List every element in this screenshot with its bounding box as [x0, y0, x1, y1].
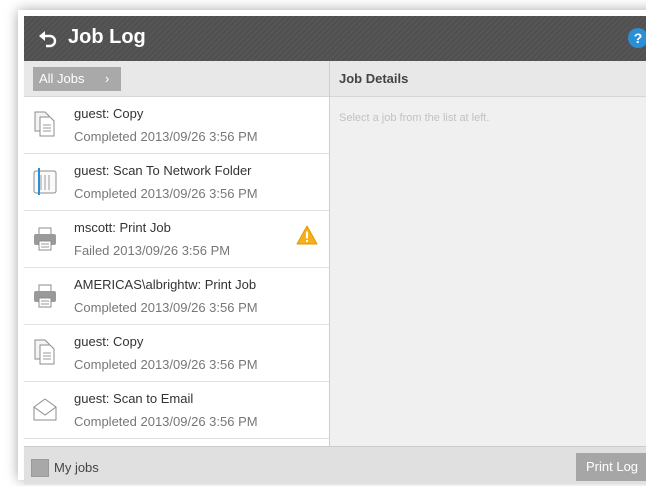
job-name: guest: Scan To Network Folder — [74, 163, 252, 178]
printer-icon — [34, 227, 56, 251]
job-status: Completed 2013/09/26 3:56 PM — [74, 300, 258, 315]
job-list-item[interactable]: guest: Copy Completed 2013/09/26 3:56 PM — [24, 97, 329, 154]
job-status: Completed 2013/09/26 3:56 PM — [74, 357, 258, 372]
job-details-header: Job Details — [330, 61, 646, 97]
all-jobs-filter-button[interactable]: All Jobs › — [33, 67, 121, 91]
job-list-item[interactable]: guest: Scan To Network Folder Completed … — [24, 154, 329, 211]
job-name: mscott: Print Job — [74, 220, 171, 235]
job-list-item[interactable]: mscott: Print Job Failed 2013/09/26 3:56… — [24, 211, 329, 268]
bottom-bar: My jobs Print Log — [24, 446, 646, 484]
job-name: AMERICAS\albrightw: Print Job — [74, 277, 257, 292]
print-log-button[interactable]: Print Log — [576, 453, 646, 481]
job-status: Completed 2013/09/26 3:56 PM — [74, 186, 258, 201]
email-icon — [33, 398, 57, 421]
scan-folder-icon — [33, 168, 57, 195]
job-name: guest: Copy — [74, 334, 144, 349]
copy-icon — [34, 339, 55, 365]
job-log-window: Job Log ? All Jobs › guest: Copy Complet… — [24, 16, 646, 484]
job-status: Failed 2013/09/26 3:56 PM — [74, 243, 231, 258]
back-arrow-icon[interactable] — [38, 27, 58, 49]
job-status: Completed 2013/09/26 3:56 PM — [74, 129, 258, 144]
job-details-title: Job Details — [339, 71, 409, 86]
my-jobs-checkbox[interactable] — [31, 459, 49, 477]
title-bar: Job Log ? — [24, 16, 646, 61]
job-details-pane: Job Details Select a job from the list a… — [330, 61, 646, 446]
job-list-item[interactable]: guest: Scan to Email Completed 2013/09/2… — [24, 382, 329, 439]
job-list-pane: All Jobs › guest: Copy Completed 2013/09… — [24, 61, 330, 446]
warning-icon — [296, 225, 318, 245]
help-icon[interactable]: ? — [628, 28, 646, 48]
page-title: Job Log — [68, 26, 146, 48]
all-jobs-label: All Jobs — [39, 71, 85, 86]
job-list-item[interactable]: AMERICAS\albrightw: Print Job Completed … — [24, 268, 329, 325]
copy-icon — [34, 111, 55, 137]
job-name: guest: Scan to Email — [74, 391, 194, 406]
job-details-hint: Select a job from the list at left. — [339, 112, 490, 124]
job-list-item[interactable]: guest: Copy Completed 2013/09/26 3:56 PM — [24, 325, 329, 382]
chevron-right-icon: › — [105, 71, 110, 86]
job-name: guest: Copy — [74, 106, 144, 121]
job-status: Completed 2013/09/26 3:56 PM — [74, 414, 258, 429]
job-list-header: All Jobs › — [24, 61, 329, 97]
printer-icon — [34, 284, 56, 308]
my-jobs-label[interactable]: My jobs — [54, 460, 99, 475]
